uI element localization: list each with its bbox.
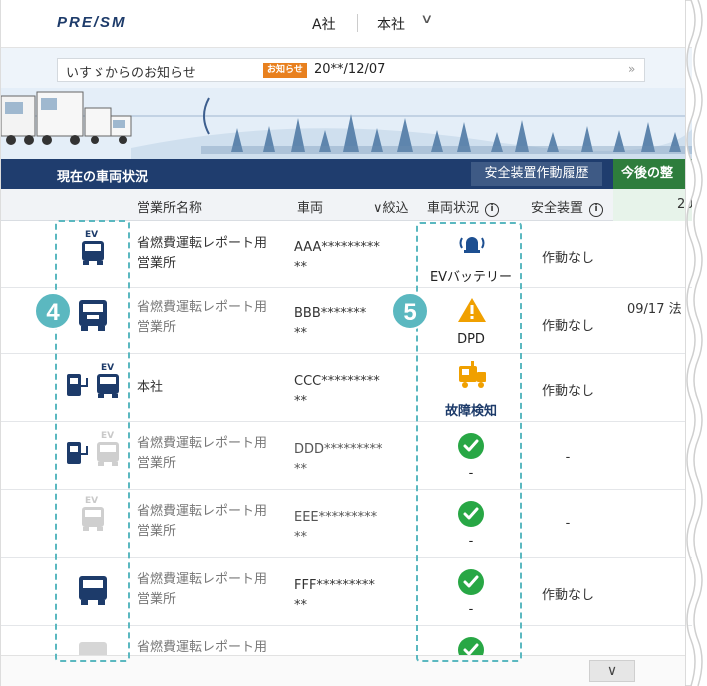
section-bar: 現在の車両状況 安全装置作動履歴 今後の整 <box>1 159 692 189</box>
callout-marker-5: 5 <box>391 292 429 330</box>
app-window: PRE/SM A社 本社 ∨ いすゞからのお知らせ お知らせ 20**/12/0… <box>0 0 692 686</box>
column-office-name[interactable]: 営業所名称 <box>137 197 202 216</box>
office-name: 省燃費運転レポート用 営業所 <box>137 300 268 335</box>
notice-banner-area: いすゞからのお知らせ お知らせ 20**/12/07 » <box>1 48 692 160</box>
callout-marker-4: 4 <box>34 292 72 330</box>
vehicle-id[interactable]: DDD********* ** <box>294 440 419 480</box>
double-chevron-right-icon[interactable]: » <box>628 62 635 76</box>
info-icon[interactable]: i <box>485 203 500 217</box>
notice-date: 20**/12/07 <box>314 62 386 77</box>
column-status-label: 車両状況 <box>427 201 480 216</box>
vehicle-status-highlight <box>416 222 522 662</box>
landscape-banner-image <box>1 88 692 160</box>
office-name: 本社 <box>137 380 164 395</box>
office-name: 省燃費運転レポート用 営業所 <box>137 504 268 539</box>
column-status: 車両状況 i <box>427 197 500 217</box>
safety-status: - <box>565 516 571 531</box>
scroll-down-button[interactable]: ∨ <box>589 660 635 682</box>
safety-status: 作動なし <box>541 384 594 399</box>
column-safety-label: 安全装置 <box>531 201 584 216</box>
safety-status: 作動なし <box>541 588 594 603</box>
safety-status: 作動なし <box>541 319 594 334</box>
column-vehicle[interactable]: 車両 <box>297 197 323 216</box>
vehicle-id[interactable]: FFF********* ** <box>294 576 419 616</box>
vehicle-icon-highlight <box>55 220 130 662</box>
safety-history-button[interactable]: 安全装置作動履歴 <box>471 162 602 186</box>
notice-bar[interactable]: いすゞからのお知らせ お知らせ 20**/12/07 » <box>57 58 645 82</box>
chevron-down-icon[interactable]: ∨ <box>420 12 433 27</box>
notice-title: いすゞからのお知らせ <box>66 66 196 81</box>
section-title: 現在の車両状況 <box>57 170 149 185</box>
vehicle-id[interactable]: EEE********* ** <box>294 508 419 548</box>
filter-dropdown[interactable]: ∨絞込 <box>373 197 409 216</box>
column-safety: 安全装置 i <box>531 197 604 217</box>
upcoming-maintenance-date: 09/17 法 <box>627 302 682 317</box>
vehicle-id[interactable]: AAA********* ** <box>294 238 419 278</box>
office-name: 省燃費運転レポート用 営業所 <box>137 572 268 607</box>
office-name: 省燃費運転レポート用 営業所 <box>137 236 268 271</box>
tab-upcoming-maintenance[interactable]: 今後の整 <box>613 159 692 189</box>
safety-status: 作動なし <box>541 251 594 266</box>
office-selector[interactable]: 本社 <box>377 14 405 34</box>
info-icon[interactable]: i <box>589 203 604 217</box>
prism-logo[interactable]: PRE/SM <box>57 14 127 31</box>
torn-page-edge <box>685 0 703 686</box>
notice-badge: お知らせ <box>263 63 307 78</box>
company-name: A社 <box>312 17 336 33</box>
top-bar: PRE/SM A社 本社 ∨ <box>1 0 692 48</box>
divider <box>357 14 358 32</box>
vehicle-id[interactable]: CCC********* ** <box>294 372 419 412</box>
safety-status: - <box>565 450 571 465</box>
table-header: 営業所名称 車両 ∨絞込 車両状況i 安全装置i 20 <box>1 189 692 221</box>
office-name: 省燃費運転レポート用 営業所 <box>137 436 268 471</box>
